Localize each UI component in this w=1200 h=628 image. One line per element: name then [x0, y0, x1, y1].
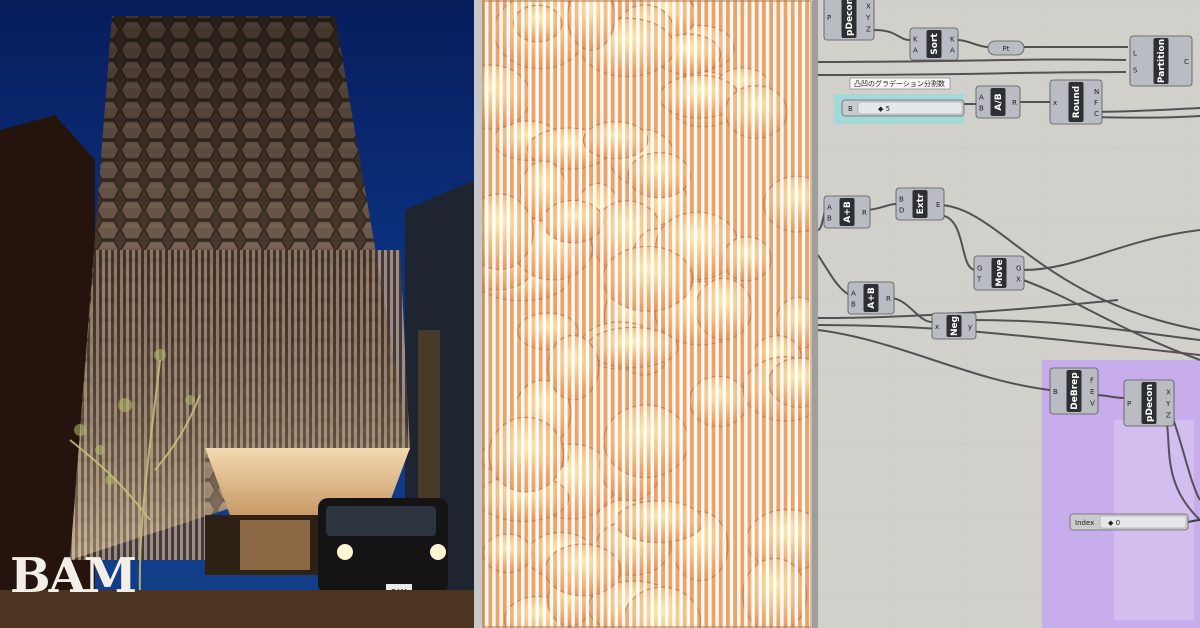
gh-output-port[interactable]: K: [950, 36, 955, 44]
panel-divider: [474, 0, 482, 628]
gh-output-port[interactable]: E: [1090, 388, 1094, 396]
gh-component-label: A+B: [867, 287, 877, 309]
gh-output-port[interactable]: R: [1012, 99, 1017, 107]
gh-component-label: Neg: [950, 316, 960, 336]
gh-output-port[interactable]: F: [1094, 99, 1098, 107]
gh-input-port[interactable]: K: [913, 36, 918, 44]
gh-input-port[interactable]: B: [851, 300, 856, 308]
gh-component-label: Sort: [930, 33, 940, 55]
grasshopper-canvas[interactable]: pDecon P X Y Z Sort K A K A Pt Partition L S C A/B A B R Ro…: [818, 0, 1200, 628]
gh-input-port[interactable]: A: [913, 46, 918, 54]
index-slider-value: ◆ 0: [1108, 519, 1120, 527]
gh-component-label: pDecon: [845, 0, 855, 36]
gh-input-port[interactable]: S: [1133, 66, 1138, 74]
gh-component-label: pDecon: [1145, 384, 1155, 422]
building-photo-graphic: BAM BAM: [0, 0, 474, 628]
gh-input-port[interactable]: P: [827, 14, 831, 22]
gh-component-move[interactable]: MoveGTGX: [973, 255, 1025, 291]
gh-component-sort[interactable]: SortKAKA: [909, 27, 959, 61]
gh-output-port[interactable]: F: [1090, 377, 1094, 385]
gh-component-label: Round: [1072, 86, 1082, 118]
gh-output-port[interactable]: C: [1184, 58, 1189, 66]
gh-input-port[interactable]: B: [979, 104, 984, 112]
gh-output-port[interactable]: C: [1094, 110, 1099, 118]
gh-component-addition-1[interactable]: A+B AB R: [823, 195, 871, 229]
gh-component-neg[interactable]: Neg x y: [931, 312, 977, 340]
gh-output-port[interactable]: y: [968, 323, 972, 331]
gh-component-extr[interactable]: Extr BD E: [895, 187, 945, 221]
gh-output-port[interactable]: G: [1016, 264, 1021, 272]
slider-tooltip-text: 凸凹のグラデーション分割数: [854, 79, 945, 88]
gh-output-port[interactable]: X: [1016, 276, 1021, 284]
gh-component-pt[interactable]: Pt: [987, 40, 1025, 56]
gh-input-port[interactable]: G: [977, 264, 982, 272]
gh-component-division[interactable]: A/B AB R: [975, 85, 1021, 119]
gh-input-port[interactable]: A: [851, 290, 856, 298]
gh-input-port[interactable]: x: [935, 323, 939, 331]
gh-input-port[interactable]: B: [827, 214, 832, 222]
gh-output-port[interactable]: N: [1094, 88, 1099, 96]
gh-component-label: DeBrep: [1070, 372, 1080, 410]
gh-input-port[interactable]: P: [1127, 400, 1131, 408]
gh-output-port[interactable]: Z: [866, 26, 871, 34]
grasshopper-canvas-graphic: pDeconPXYZSortKAKA Pt PartitionLSCA/BABR Ro…: [818, 0, 1200, 628]
gh-output-port[interactable]: X: [1166, 389, 1171, 397]
taxi: BAM: [318, 498, 448, 596]
gh-component-debrep[interactable]: DeBrep B FEV: [1049, 367, 1099, 415]
gradient-slider-label: B: [848, 105, 853, 113]
index-slider-group[interactable]: Index ◆ 0: [1069, 513, 1189, 531]
gh-component-label: A/B: [994, 93, 1004, 110]
gh-component-label: Pt: [1003, 45, 1010, 53]
gh-component-addition-2[interactable]: A+B AB R: [847, 281, 895, 315]
bam-sign-text: BAM: [10, 548, 135, 604]
gh-component-label: Extr: [916, 193, 926, 214]
gh-output-port[interactable]: R: [886, 295, 891, 303]
building-photo: BAM BAM: [0, 0, 474, 628]
gh-input-port[interactable]: A: [979, 94, 984, 102]
pattern-render: [482, 0, 812, 628]
gh-output-port[interactable]: Y: [1165, 400, 1171, 408]
gh-input-port[interactable]: D: [899, 206, 904, 214]
gh-output-port[interactable]: Y: [865, 14, 871, 22]
gh-input-port[interactable]: x: [1053, 99, 1057, 107]
gh-output-port[interactable]: R: [862, 209, 867, 217]
gh-input-port[interactable]: B: [899, 196, 904, 204]
gh-component-label: A+B: [843, 201, 853, 223]
gh-output-port[interactable]: E: [936, 201, 940, 209]
gh-component-partition[interactable]: Partition LS C: [1129, 35, 1193, 87]
index-slider-label: Index: [1075, 519, 1094, 527]
gh-component-label: Move: [995, 259, 1005, 286]
gh-output-port[interactable]: X: [866, 3, 871, 11]
gh-component-pdecon-top[interactable]: pDecon P XYZ: [823, 0, 875, 41]
gh-output-port[interactable]: V: [1090, 400, 1095, 408]
gradient-slider-group[interactable]: 凸凹のグラデーション分割数 B ◆ 5: [834, 77, 965, 124]
gh-input-port[interactable]: L: [1133, 50, 1137, 58]
gh-input-port[interactable]: B: [1053, 388, 1058, 396]
gh-component-round[interactable]: Round x NFC: [1049, 79, 1103, 125]
gradient-slider-value: ◆ 5: [878, 105, 890, 113]
gh-input-port[interactable]: T: [976, 276, 982, 284]
gh-output-port[interactable]: Z: [1166, 412, 1171, 420]
pattern-render-graphic: [482, 0, 812, 628]
gh-component-label: Partition: [1157, 39, 1167, 83]
gh-input-port[interactable]: A: [827, 204, 832, 212]
gh-output-port[interactable]: A: [950, 46, 955, 54]
gh-component-pdecon-bottom[interactable]: pDecon P XYZ: [1123, 379, 1175, 427]
